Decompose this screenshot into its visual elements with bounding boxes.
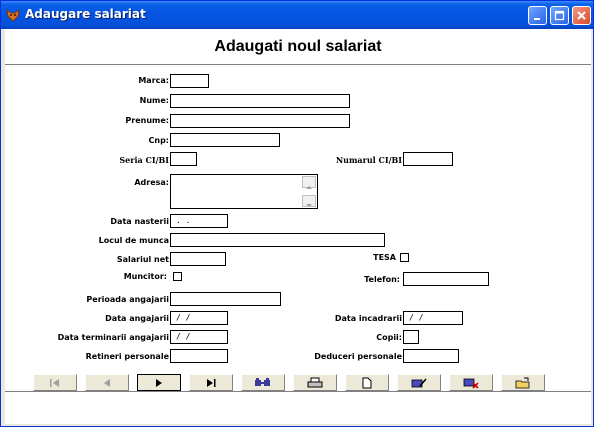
- cnp-field[interactable]: [170, 133, 280, 147]
- find-icon: [255, 377, 270, 386]
- delete-button[interactable]: [449, 374, 493, 391]
- exit-icon: [515, 377, 530, 388]
- muncitor-checkbox[interactable]: [173, 272, 182, 281]
- fox-app-icon: [6, 9, 20, 22]
- edit-button[interactable]: [397, 374, 441, 391]
- seria-label: Seria CI/BI: [119, 155, 169, 165]
- data-angajarii-label: Data angajarii: [105, 314, 169, 323]
- salariul-net-field[interactable]: [170, 252, 226, 266]
- numarul-field[interactable]: [403, 152, 453, 166]
- seria-field[interactable]: [170, 152, 197, 166]
- marca-field[interactable]: [170, 74, 209, 88]
- prenume-label: Prenume:: [125, 116, 169, 125]
- adresa-scrollbar[interactable]: [302, 176, 316, 207]
- data-nasterii-field[interactable]: . .: [170, 214, 228, 228]
- tesa-label: TESA: [373, 253, 396, 262]
- next-record-icon: [156, 378, 162, 387]
- salariul-net-label: Salariul net: [116, 255, 169, 264]
- print-icon: [307, 377, 323, 387]
- new-record-icon: [362, 377, 372, 388]
- previous-record-button[interactable]: [85, 374, 129, 391]
- last-record-icon: [207, 378, 216, 387]
- deduceri-field[interactable]: [403, 349, 459, 363]
- copii-field[interactable]: [403, 330, 419, 344]
- minimize-icon: [534, 18, 540, 20]
- marca-label: Marca:: [138, 76, 169, 85]
- delete-icon: [463, 378, 479, 389]
- locul-de-munca-label: Locul de munca: [98, 236, 169, 245]
- copii-label: Copii:: [376, 333, 402, 342]
- maximize-icon: [554, 10, 565, 21]
- data-terminarii-label: Data terminarii angajarii: [57, 333, 169, 342]
- app-window: Adaugare salariat Adaugati noul salariat…: [0, 0, 594, 427]
- locul-de-munca-field[interactable]: [170, 233, 385, 247]
- data-incadrarii-label: Data incadrarii: [334, 314, 402, 323]
- adresa-label: Adresa:: [134, 178, 169, 187]
- telefon-field[interactable]: [403, 272, 489, 286]
- first-record-button[interactable]: [33, 374, 77, 391]
- data-terminarii-field[interactable]: / /: [170, 330, 228, 344]
- previous-record-icon: [104, 378, 110, 387]
- scroll-up-button[interactable]: [302, 176, 316, 189]
- data-incadrarii-field[interactable]: / /: [403, 311, 463, 325]
- title-bar[interactable]: Adaugare salariat: [1, 1, 593, 29]
- print-button[interactable]: [293, 374, 337, 391]
- new-record-button[interactable]: [345, 374, 389, 391]
- next-record-button[interactable]: [137, 374, 181, 391]
- navigation-toolbar: [33, 374, 554, 394]
- close-icon: [577, 11, 586, 20]
- scroll-down-icon: [306, 204, 312, 207]
- last-record-button[interactable]: [189, 374, 233, 391]
- maximize-button[interactable]: [550, 6, 569, 25]
- telefon-label: Telefon:: [364, 275, 400, 284]
- data-angajarii-field[interactable]: / /: [170, 311, 228, 325]
- close-button[interactable]: [572, 6, 591, 25]
- edit-icon: [411, 378, 427, 387]
- perioada-angajarii-field[interactable]: [170, 292, 281, 306]
- perioada-angajarii-label: Perioada angajarii: [86, 295, 169, 304]
- minimize-button[interactable]: [528, 6, 547, 25]
- find-button[interactable]: [241, 374, 285, 391]
- numarul-label: Numarul CI/BI: [335, 155, 402, 165]
- prenume-field[interactable]: [170, 114, 350, 128]
- form-area: Adaugati noul salariat Marca: Nume: Pren…: [5, 29, 591, 424]
- scroll-up-icon: [306, 186, 312, 189]
- cnp-label: Cnp:: [148, 136, 170, 145]
- adresa-textarea[interactable]: [170, 174, 318, 209]
- window-title: Adaugare salariat: [25, 7, 146, 21]
- tesa-checkbox[interactable]: [400, 253, 409, 262]
- header-divider: [5, 64, 591, 65]
- muncitor-label: Muncitor:: [123, 272, 167, 281]
- nume-field[interactable]: [170, 94, 350, 108]
- first-record-icon: [50, 378, 59, 387]
- nume-label: Nume:: [139, 96, 169, 105]
- retineri-field[interactable]: [170, 349, 228, 363]
- retineri-label: Retineri personale: [85, 352, 169, 361]
- data-nasterii-label: Data nasterii: [110, 217, 169, 226]
- exit-button[interactable]: [501, 374, 545, 391]
- form-heading: Adaugati noul salariat: [214, 38, 382, 55]
- scroll-down-button[interactable]: [302, 195, 316, 207]
- deduceri-label: Deduceri personale: [314, 352, 402, 361]
